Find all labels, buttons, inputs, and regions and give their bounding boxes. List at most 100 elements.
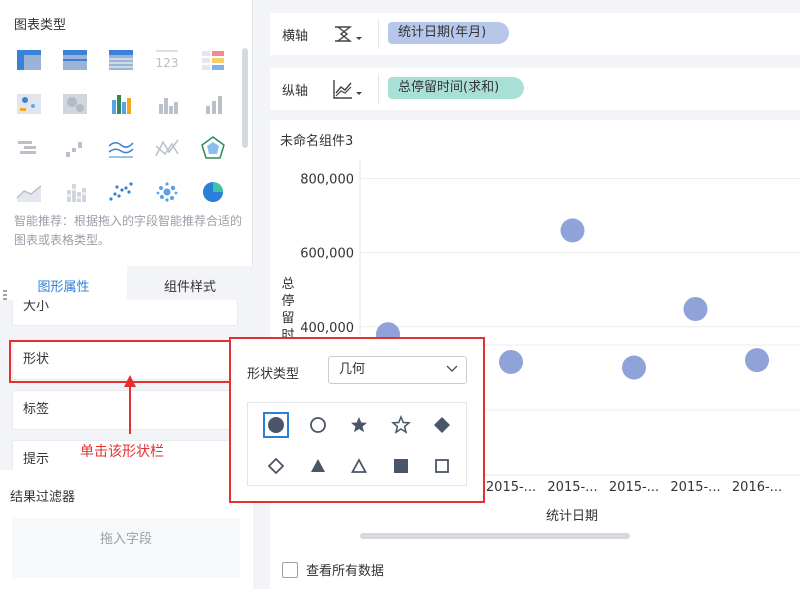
y-tick-label: 800,000 (300, 173, 354, 188)
chart-type-spider-line[interactable] (152, 134, 182, 162)
chart-type-scatter-chart[interactable] (106, 178, 136, 206)
hollow-star-icon (390, 415, 411, 434)
chart-type-point-map[interactable] (14, 90, 44, 118)
scatter-point[interactable] (745, 348, 769, 373)
x-axis-title: 统计日期 (546, 509, 598, 524)
y-axis-field-pill[interactable]: 总停留时间(求和) (388, 77, 524, 99)
hollow-triangle-icon (350, 458, 368, 473)
shape-type-select[interactable]: 几何 (328, 356, 467, 384)
pie-chart-icon (203, 182, 223, 202)
x-axis-type-selector[interactable] (332, 22, 366, 46)
x-axis-separator (378, 19, 379, 49)
shape-option-hollow-circle[interactable] (307, 414, 329, 436)
filled-circle-icon (268, 417, 284, 433)
color-table-icon (202, 51, 224, 70)
filled-diamond-icon (434, 417, 450, 433)
scatter-point[interactable] (683, 296, 708, 321)
chart-type-cross-table[interactable] (14, 46, 44, 74)
column-chart-icon (206, 96, 222, 114)
hollow-square-icon (435, 459, 449, 473)
range-bar-icon (18, 141, 36, 154)
bar-chart-icon (159, 98, 178, 114)
cross-table-icon (17, 50, 41, 70)
result-filter-section: 结果过滤器 拖入字段 (0, 470, 253, 589)
chart-type-heat-map[interactable] (60, 90, 90, 118)
chart-type-title: 图表类型 (14, 18, 67, 33)
waterfall-icon (66, 142, 82, 157)
shape-option-hollow-triangle[interactable] (348, 455, 370, 477)
result-filter-title: 结果过滤器 (10, 490, 76, 505)
scatter-point[interactable] (560, 218, 585, 243)
shape-option-filled-star[interactable] (348, 414, 370, 436)
chart-type-pie-chart[interactable] (198, 178, 228, 206)
shape-highlight-box (9, 340, 231, 383)
view-all-label: 查看所有数据 (306, 564, 385, 579)
chart-type-multi-bar[interactable] (106, 90, 136, 118)
svg-text:123: 123 (156, 56, 179, 70)
chart-type-kpi-number[interactable]: 123 (152, 46, 182, 74)
property-size-item[interactable]: 大小 (12, 300, 238, 326)
chart-type-color-table[interactable] (198, 46, 228, 74)
bubble-chart-icon (156, 182, 178, 202)
filter-drop-zone[interactable]: 拖入字段 (12, 518, 240, 578)
group-table-icon (63, 50, 87, 70)
y-tick-label: 600,000 (300, 247, 354, 262)
y-axis-row: 纵轴 总停留时间(求和) (270, 68, 800, 110)
continuous-axis-icon (335, 26, 362, 42)
chart-type-detail-table[interactable] (106, 46, 136, 74)
chart-type-area-chart[interactable] (14, 178, 44, 206)
shape-option-filled-triangle[interactable] (307, 455, 329, 477)
stacked-bar-icon (67, 184, 86, 202)
shape-options-grid (247, 402, 467, 486)
view-all-data-toggle[interactable]: 查看所有数据 (282, 560, 384, 579)
heat-map-icon (63, 94, 87, 114)
x-axis-label: 横轴 (282, 29, 309, 44)
shape-option-filled-diamond[interactable] (431, 414, 453, 436)
radar-chart-icon (201, 136, 225, 159)
shape-type-label: 形状类型 (247, 367, 300, 382)
chart-type-stacked-bar[interactable] (60, 178, 90, 206)
scatter-chart-icon (109, 182, 133, 201)
x-axis-field-pill[interactable]: 统计日期(年月) (388, 22, 509, 44)
chart-type-group-table[interactable] (60, 46, 90, 74)
chart-type-range-bar[interactable] (14, 134, 44, 162)
chart-type-bubble-chart[interactable] (152, 178, 182, 206)
shape-option-hollow-square[interactable] (431, 455, 453, 477)
chart-horizontal-scrollbar[interactable] (360, 533, 630, 539)
chart-type-column-chart[interactable] (198, 90, 228, 118)
hollow-diamond-icon (267, 457, 285, 475)
y-tick-label: 400,000 (300, 321, 354, 336)
shape-option-filled-square[interactable] (390, 455, 412, 477)
chart-type-radar-chart[interactable] (198, 134, 228, 162)
shape-popup: 形状类型 几何 (229, 337, 485, 503)
chevron-down-icon (446, 365, 458, 372)
shape-option-hollow-star[interactable] (390, 414, 412, 436)
filled-triangle-icon (310, 459, 325, 472)
y-axis-separator (378, 74, 379, 104)
x-tick-label: 2015-... (486, 480, 536, 495)
chart-type-waterfall[interactable] (60, 134, 90, 162)
y-axis-type-selector[interactable] (332, 77, 366, 101)
chart-type-scrollbar[interactable] (242, 48, 248, 148)
x-tick-label: 2015-... (609, 480, 659, 495)
multi-bar-icon (112, 95, 131, 114)
chart-type-bar-chart[interactable] (152, 90, 182, 118)
annotation-text: 单击该形状栏 (80, 444, 164, 460)
filled-star-icon (351, 417, 367, 433)
spider-line-icon (155, 139, 179, 157)
x-axis-row: 横轴 统计日期(年月) (270, 13, 800, 55)
area-chart-icon (16, 185, 42, 202)
shape-option-filled-circle[interactable] (263, 412, 289, 438)
smart-recommend-tip: 智能推荐：根据拖入的字段智能推荐合适的图表或表格类型。 (14, 214, 243, 247)
x-tick-label: 2016-... (732, 480, 782, 495)
kpi-number-icon: 123 (156, 50, 179, 70)
view-all-checkbox[interactable] (282, 562, 298, 578)
scatter-point[interactable] (499, 349, 523, 374)
x-tick-label: 2015-... (670, 480, 720, 495)
line-axis-icon (333, 80, 362, 99)
line-chart-icon (108, 142, 134, 158)
shape-option-hollow-diamond[interactable] (265, 455, 287, 477)
filled-square-icon (393, 459, 408, 473)
chart-type-line-chart[interactable] (106, 134, 136, 162)
scatter-point[interactable] (622, 355, 646, 380)
